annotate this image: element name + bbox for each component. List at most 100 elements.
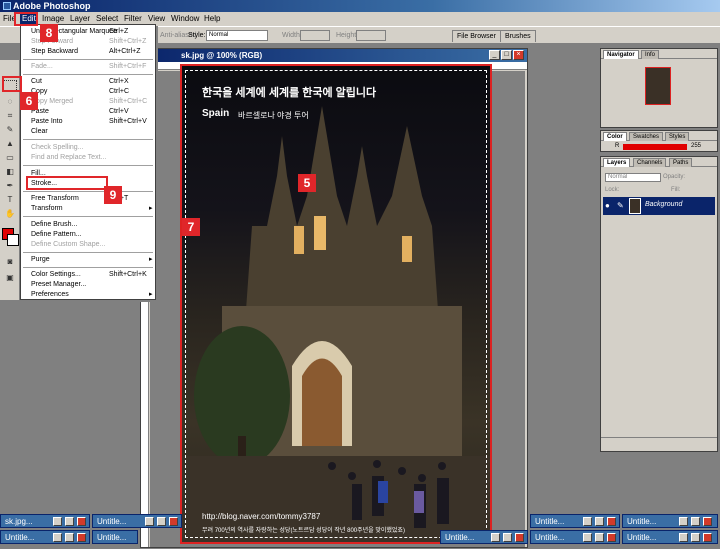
task-close-button[interactable] [607, 517, 616, 526]
task-restore-button[interactable] [583, 533, 592, 542]
menu-item-fade[interactable]: Fade... Shift+Ctrl+F [21, 62, 155, 72]
menu-item-copy[interactable]: Copy Ctrl+C [21, 87, 155, 97]
taskbar-window[interactable]: Untitle... [92, 514, 182, 528]
cathedral-photo[interactable]: 한국을 세계에 세계를 한국에 알립니다 Spain 바르셀로나 야경 투어 h… [180, 64, 492, 544]
task-restore-button[interactable] [145, 517, 154, 526]
eye-icon[interactable]: ● [605, 201, 610, 210]
lasso-tool-icon[interactable]: ◌ [3, 96, 17, 108]
tab-file-browser[interactable]: File Browser [452, 30, 501, 42]
hand-tool-icon[interactable]: ✋ [3, 208, 17, 220]
menu-item-preset-manager[interactable]: Preset Manager... [21, 280, 155, 290]
taskbar-window[interactable]: Untitle... [440, 530, 528, 544]
width-field[interactable] [300, 30, 330, 41]
gradient-tool-icon[interactable]: ◧ [3, 166, 17, 178]
type-tool-icon[interactable]: T [3, 194, 17, 206]
menu-help[interactable]: Help [204, 12, 220, 26]
taskbar-window[interactable]: Untitle... [530, 514, 620, 528]
pen-tool-icon[interactable]: ✒ [3, 180, 17, 192]
task-maximize-button[interactable] [595, 517, 604, 526]
stamp-tool-icon[interactable]: ▲ [3, 138, 17, 150]
task-close-button[interactable] [77, 517, 86, 526]
taskbar-window[interactable]: Untitle... [622, 530, 718, 544]
submenu-arrow-icon: ▸ [149, 205, 153, 212]
tab-color[interactable]: Color [603, 132, 627, 141]
menu-item-cut[interactable]: Cut Ctrl+X [21, 77, 155, 87]
taskbar-window[interactable]: sk.jpg... [0, 514, 90, 528]
brush-tool-icon[interactable]: ✎ [3, 124, 17, 136]
task-close-button[interactable] [515, 533, 524, 542]
menu-window[interactable]: Window [171, 12, 199, 26]
crop-tool-icon[interactable]: ⌗ [3, 110, 17, 122]
task-restore-button[interactable] [679, 533, 688, 542]
screen-mode-icon[interactable]: ▣ [3, 272, 17, 284]
tab-swatches[interactable]: Swatches [629, 132, 664, 141]
menu-item-purge[interactable]: Purge ▸ [21, 255, 155, 265]
photo-url: http://blog.naver.com/tommy3787 [202, 512, 321, 521]
navigator-palette: Navigator Info [600, 48, 718, 128]
layers-footer [601, 437, 717, 451]
task-maximize-button[interactable] [691, 517, 700, 526]
navigator-thumbnail[interactable] [645, 67, 671, 105]
task-close-button[interactable] [77, 533, 86, 542]
photo-country: Spain [202, 108, 230, 119]
menu-item-paste-into[interactable]: Paste Into Shift+Ctrl+V [21, 117, 155, 127]
doc-maximize-button[interactable]: □ [501, 50, 512, 60]
menu-item-preferences[interactable]: Preferences ▸ [21, 290, 155, 300]
height-field[interactable] [356, 30, 386, 41]
menu-item-clear[interactable]: Clear [21, 127, 155, 137]
lock-label: Lock: [605, 187, 620, 193]
task-maximize-button[interactable] [503, 533, 512, 542]
task-close-button[interactable] [169, 517, 178, 526]
tab-navigator[interactable]: Navigator [603, 50, 639, 59]
taskbar-window[interactable]: Untitle... [622, 514, 718, 528]
eraser-tool-icon[interactable]: ▭ [3, 152, 17, 164]
quickmask-icon[interactable]: ◙ [3, 256, 17, 268]
menu-item-define-custom-shape[interactable]: Define Custom Shape... [21, 240, 155, 250]
task-restore-button[interactable] [583, 517, 592, 526]
task-restore-button[interactable] [679, 517, 688, 526]
menu-item-free-transform[interactable]: Free TransformCtrl+T [21, 194, 155, 204]
menu-item-copy-merged[interactable]: Copy Merged Shift+Ctrl+C [21, 97, 155, 107]
document-titlebar[interactable]: sk.jpg @ 100% (RGB) [141, 49, 527, 62]
task-close-button[interactable] [703, 533, 712, 542]
task-maximize-button[interactable] [157, 517, 166, 526]
tab-channels[interactable]: Channels [633, 158, 667, 167]
menu-item-define-brush[interactable]: Define Brush... [21, 220, 155, 230]
tab-paths[interactable]: Paths [669, 158, 693, 167]
task-maximize-button[interactable] [595, 533, 604, 542]
color-tabs: Color Swatches Styles [601, 131, 717, 141]
style-select[interactable]: Normal [206, 30, 268, 41]
menu-item-paste[interactable]: Paste Ctrl+V [21, 107, 155, 117]
tab-layers[interactable]: Layers [603, 158, 631, 167]
tab-brushes[interactable]: Brushes [500, 30, 536, 42]
layer-name[interactable]: Background [645, 201, 682, 208]
taskbar-window[interactable]: Untitle... [0, 530, 90, 544]
doc-close-button[interactable]: × [513, 50, 524, 60]
task-maximize-button[interactable] [65, 533, 74, 542]
task-restore-button[interactable] [53, 533, 62, 542]
red-channel-slider[interactable] [623, 144, 687, 150]
red-channel-label: R [615, 143, 620, 149]
task-restore-button[interactable] [491, 533, 500, 542]
red-channel-value[interactable]: 255 [691, 143, 701, 149]
taskbar-window[interactable]: Untitle... [530, 530, 620, 544]
menu-item-define-pattern[interactable]: Define Pattern... [21, 230, 155, 240]
task-maximize-button[interactable] [691, 533, 700, 542]
task-restore-button[interactable] [53, 517, 62, 526]
blend-mode-select[interactable]: Normal [605, 173, 661, 182]
doc-minimize-button[interactable]: _ [489, 50, 500, 60]
taskbar-window[interactable]: Untitle... [92, 530, 138, 544]
menu-item-check-spelling[interactable]: Check Spelling... [21, 143, 155, 153]
menu-item-find-replace[interactable]: Find and Replace Text... [21, 153, 155, 163]
navigator-tabs: Navigator Info [601, 49, 717, 59]
layer-row-background[interactable]: ● ✎ Background [603, 197, 715, 215]
menu-item-step-backward[interactable]: Step Backward Alt+Ctrl+Z [21, 47, 155, 57]
tab-info[interactable]: Info [641, 50, 660, 59]
task-maximize-button[interactable] [65, 517, 74, 526]
menu-item-transform[interactable]: Transform ▸ [21, 204, 155, 214]
tab-styles[interactable]: Styles [665, 132, 690, 141]
background-color-swatch[interactable] [7, 234, 19, 246]
menu-item-color-settings[interactable]: Color Settings... Shift+Ctrl+K [21, 270, 155, 280]
task-close-button[interactable] [607, 533, 616, 542]
task-close-button[interactable] [703, 517, 712, 526]
